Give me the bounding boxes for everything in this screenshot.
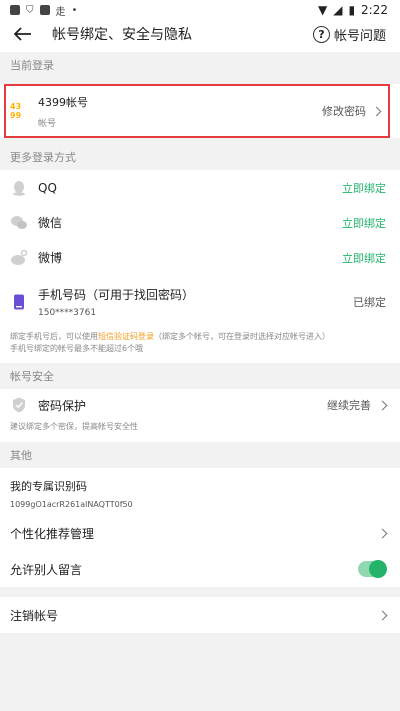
chevron-right-icon — [377, 528, 388, 538]
login-item-label: 微信 — [38, 216, 63, 230]
phone-status: 已绑定 — [353, 296, 386, 309]
account-help-label: 帐号问题 — [333, 28, 386, 44]
login-item-qq[interactable]: QQ 立即绑定 — [0, 170, 400, 205]
bind-wechat-button[interactable]: 立即绑定 — [342, 215, 386, 231]
shield-check-icon — [10, 396, 28, 414]
section-other: 其他 — [0, 442, 400, 468]
password-protect-label: 密码保护 — [38, 398, 87, 413]
account-name: 4399帐号 — [38, 95, 88, 109]
dot-icon: • — [71, 4, 78, 16]
phone-number: 150****3761 — [38, 308, 97, 318]
status-left-icons: ⛉ 走 • — [10, 3, 77, 18]
identifier-block[interactable]: 我的专属识别码 1099gO1acrR261alNAQTT0f50 — [0, 468, 400, 515]
password-protect-note: 建议绑定多个密保，提高帐号安全性 — [0, 421, 400, 442]
sms-login-link[interactable]: 短信验证码登录 — [98, 332, 154, 341]
back-arrow-icon — [14, 27, 31, 41]
qq-icon — [10, 179, 28, 197]
status-time: 2:22 — [361, 3, 388, 17]
status-bar: ⛉ 走 • ▼ ◢ ▮ 2:22 — [0, 0, 400, 20]
current-account-wrap: 43 99 4399帐号 帐号 修改密码 — [0, 84, 400, 138]
change-password-label: 修改密码 — [322, 105, 366, 118]
section-account-security: 帐号安全 — [0, 363, 400, 389]
recommend-settings-label: 个性化推荐管理 — [10, 526, 95, 541]
section-more-login: 更多登录方式 — [0, 144, 400, 170]
phone-label: 手机号码（可用于找回密码） — [38, 288, 195, 302]
login-item-label: QQ — [38, 180, 57, 195]
account-texts: 4399帐号 帐号 — [38, 94, 88, 129]
wifi-icon: ▼ — [317, 3, 328, 17]
recommend-settings-row[interactable]: 个性化推荐管理 — [0, 515, 400, 551]
chevron-right-icon — [377, 610, 388, 620]
notification-icon — [10, 5, 20, 15]
app-notification-icon — [39, 5, 50, 15]
section-current-login: 当前登录 — [0, 52, 400, 78]
bind-qq-button[interactable]: 立即绑定 — [342, 180, 386, 196]
wechat-icon — [10, 214, 28, 232]
shield-icon: ⛉ — [26, 4, 34, 16]
app-glyph-icon: 走 — [55, 6, 66, 18]
phone-note: 绑定手机号后，可以使用短信验证码登录（绑定多个帐号，可在登录时选择对应帐号进入）… — [0, 329, 400, 363]
section-spacer — [0, 587, 400, 597]
login-item-label: 微博 — [38, 251, 63, 265]
app-toolbar: 帐号绑定、安全与隐私 ? 帐号问题 — [0, 20, 400, 48]
account-type: 帐号 — [38, 118, 57, 129]
4399-logo-icon: 43 99 — [10, 102, 22, 120]
bind-weibo-button[interactable]: 立即绑定 — [342, 250, 386, 266]
page-title: 帐号绑定、安全与隐私 — [52, 27, 192, 43]
status-right-icons: ▼ ◢ ▮ 2:22 — [318, 3, 388, 17]
password-protect-action[interactable]: 继续完善 — [327, 397, 388, 413]
password-protect-row[interactable]: 密码保护 继续完善 — [0, 389, 400, 421]
weibo-icon — [10, 249, 28, 267]
login-item-weibo[interactable]: 微博 立即绑定 — [0, 240, 400, 275]
signal-icon: ◢ — [333, 3, 343, 17]
allow-comment-label: 允许别人留言 — [10, 562, 83, 577]
identifier-title: 我的专属识别码 — [10, 480, 87, 493]
login-item-phone[interactable]: 手机号码（可用于找回密码） 150****3761 已绑定 — [0, 275, 400, 329]
allow-comment-toggle[interactable] — [358, 560, 387, 578]
allow-comment-row: 允许别人留言 — [0, 551, 400, 587]
battery-icon: ▮ — [348, 3, 356, 17]
account-help-button[interactable]: ? 帐号问题 — [312, 25, 386, 44]
back-button[interactable] — [12, 23, 34, 45]
question-icon: ? — [312, 25, 330, 43]
cancel-account-label: 注销帐号 — [10, 608, 59, 623]
phone-texts: 手机号码（可用于找回密码） 150****3761 — [38, 286, 194, 318]
identifier-code: 1099gO1acrR261alNAQTT0f50 — [10, 500, 133, 509]
change-password-button[interactable]: 修改密码 — [322, 103, 382, 119]
chevron-right-icon — [371, 106, 382, 116]
phone-icon — [10, 293, 28, 311]
login-item-wechat[interactable]: 微信 立即绑定 — [0, 205, 400, 240]
current-account-row[interactable]: 43 99 4399帐号 帐号 修改密码 — [4, 84, 390, 138]
cancel-account-row[interactable]: 注销帐号 — [0, 597, 400, 633]
chevron-right-icon — [377, 400, 388, 410]
